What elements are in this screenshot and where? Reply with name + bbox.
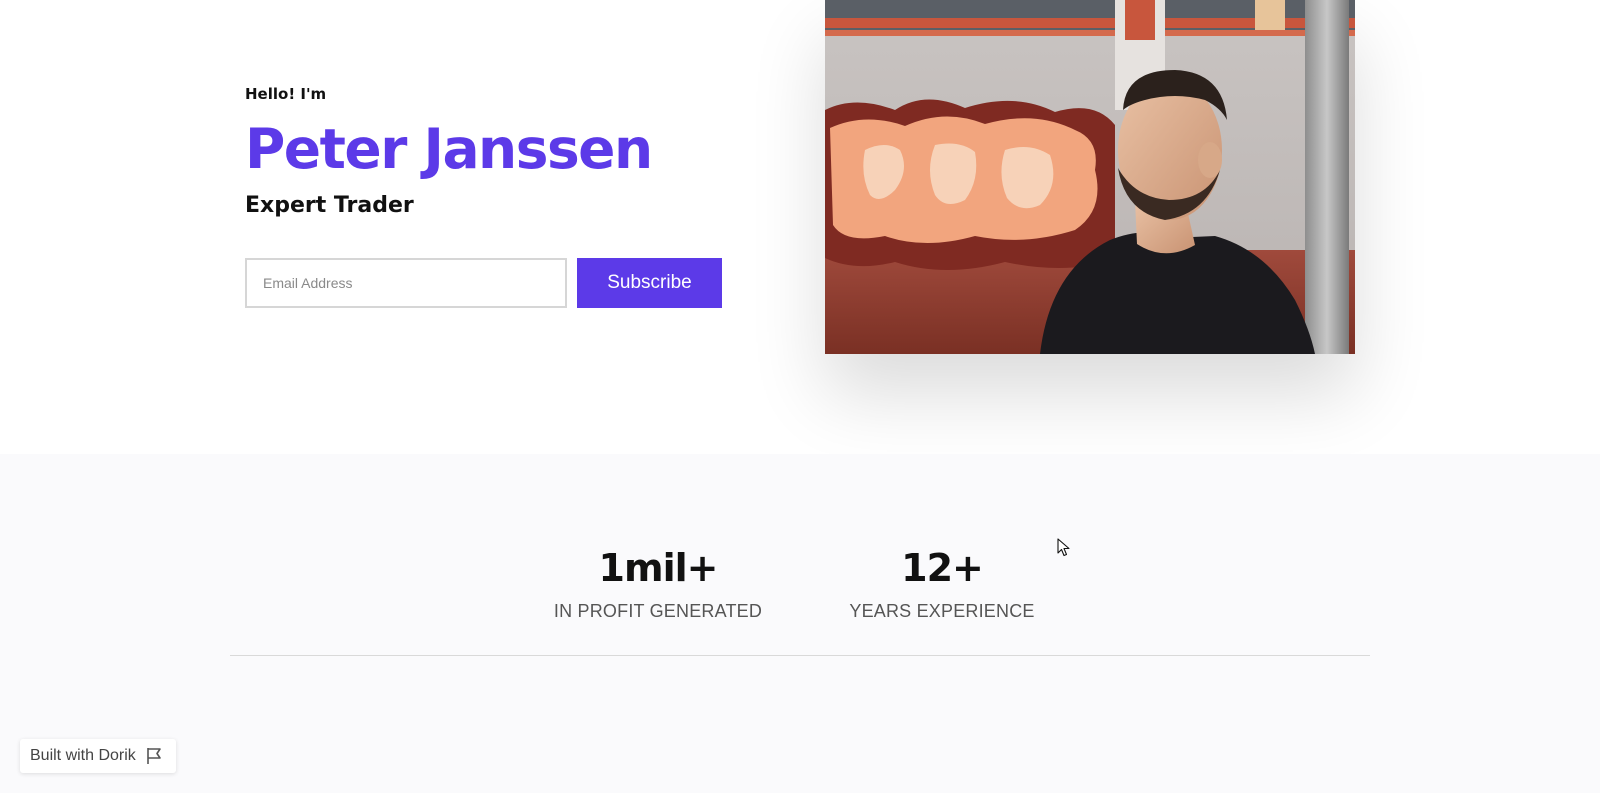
stat-label: YEARS EXPERIENCE <box>849 601 1035 621</box>
flag-icon <box>147 748 161 764</box>
subscribe-button[interactable]: Subscribe <box>577 258 722 308</box>
stats-section: 1mil+ IN PROFIT GENERATED 12+ YEARS EXPE… <box>0 454 1600 793</box>
hero-greeting: Hello! I'm <box>245 85 327 103</box>
email-field[interactable] <box>245 258 567 308</box>
hero-role: Expert Trader <box>245 193 414 218</box>
hero-photo <box>825 0 1355 354</box>
stat-profit: 1mil+ IN PROFIT GENERATED <box>528 546 788 622</box>
hero-intro: Hello! I'm Peter Janssen Expert Trader S… <box>245 84 745 308</box>
mouse-cursor-icon <box>1057 538 1070 557</box>
built-with-dorik-badge[interactable]: Built with Dorik <box>20 739 176 773</box>
subscribe-form: Subscribe <box>245 258 725 308</box>
stat-value: 1mil+ <box>598 546 719 590</box>
hero-section: Hello! I'm Peter Janssen Expert Trader S… <box>0 0 1600 454</box>
page: Hello! I'm Peter Janssen Expert Trader S… <box>0 0 1600 793</box>
stat-label: IN PROFIT GENERATED <box>553 601 763 621</box>
stat-experience: 12+ YEARS EXPERIENCE <box>812 546 1072 622</box>
portrait-photo-icon <box>825 0 1355 354</box>
badge-label: Built with Dorik <box>30 747 136 764</box>
divider <box>230 655 1370 656</box>
hero-name: Peter Janssen <box>245 117 653 181</box>
stat-value: 12+ <box>901 546 984 590</box>
